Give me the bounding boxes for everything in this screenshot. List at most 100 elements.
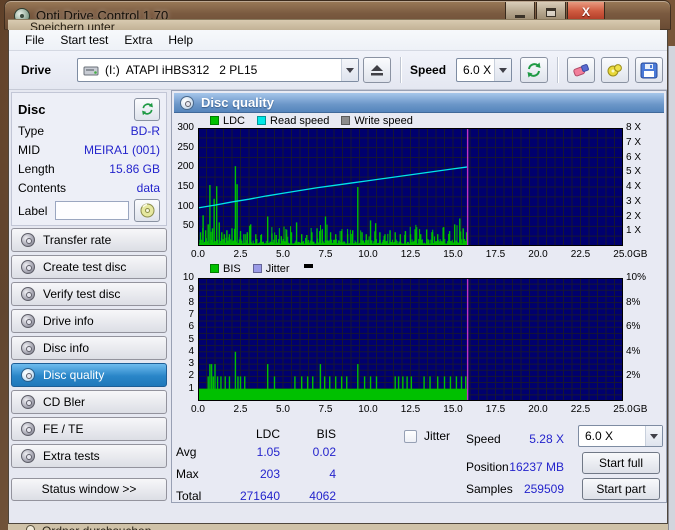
axis-tick-label: GB (633, 249, 648, 260)
refresh-button[interactable] (520, 57, 549, 83)
disc-mid-label: MID (18, 142, 40, 157)
menu-extra[interactable]: Extra (116, 31, 160, 49)
axis-tick-label: 12.5 (400, 249, 421, 260)
disc-icon (180, 95, 194, 110)
sidebar-item-extra-tests[interactable]: Extra tests (11, 444, 167, 468)
axis-tick-label: 1 (188, 382, 194, 394)
jitter-checkbox[interactable] (404, 430, 417, 443)
axis-tick-label: 15.0 (443, 404, 463, 415)
disc-info-panel: Disc Type BD-R MID MEIRA1 (001) Length 1… (11, 92, 167, 226)
drive-value: (I:) ATAPI iHBS312 2 PL15 (105, 63, 258, 77)
test-speed-select[interactable]: 6.0 X (578, 425, 663, 447)
speed-select[interactable]: 6.0 X (456, 58, 513, 82)
menu-bar: File Start test Extra Help (9, 30, 667, 51)
axis-tick-label: 100 (177, 200, 194, 212)
axis-tick-label: 20.0 (528, 404, 548, 415)
toolbar-separator (557, 57, 559, 83)
axis-tick-label: 8 (188, 296, 194, 308)
axis-tick-label: 250 (177, 141, 194, 153)
app-body: Disc Type BD-R MID MEIRA1 (001) Length 1… (9, 90, 667, 504)
background-dialog-titlebar: Speichern unter (8, 19, 660, 30)
axis-tick-label: 7 (188, 308, 194, 320)
burn-button[interactable] (601, 57, 630, 83)
panel-title: Disc quality (201, 95, 274, 110)
erase-disc-icon (573, 64, 589, 77)
chevron-down-icon (650, 433, 658, 439)
refresh-icon (141, 102, 153, 116)
disc-panel-title: Disc (18, 101, 46, 117)
axis-tick-label: 6 X (626, 151, 642, 163)
disc-label-button[interactable] (134, 199, 160, 222)
disc-label-row: Label (18, 199, 160, 222)
sidebar-item-fe-te[interactable]: FE / TE (11, 417, 167, 441)
write-speed-legend-swatch (341, 116, 351, 125)
speed-stat-label: Speed (466, 432, 501, 446)
disc-refresh-button[interactable] (134, 97, 160, 121)
drive-select-arrow[interactable] (341, 59, 359, 81)
status-window-button[interactable]: Status window >> (11, 478, 167, 501)
disc-icon (21, 422, 35, 436)
jitter-legend-label: Jitter (265, 262, 290, 275)
drive-select[interactable]: (I:) ATAPI iHBS312 2 PL15 (77, 58, 360, 82)
save-icon (640, 62, 658, 78)
speed-label: Speed (410, 63, 447, 77)
axis-tick-label: 5 X (626, 166, 642, 178)
test-speed-select-arrow[interactable] (645, 426, 662, 446)
bis-legend-swatch (210, 264, 219, 273)
sidebar-item-disc-quality[interactable]: Disc quality (11, 363, 167, 387)
axis-tick-label: 5.0 (276, 404, 290, 415)
axis-tick-label: 17.5 (485, 404, 506, 415)
axis-tick-label: 17.5 (485, 249, 506, 260)
bis-legend-label: BIS (223, 262, 241, 275)
save-button[interactable] (635, 57, 664, 83)
menu-file[interactable]: File (17, 31, 52, 49)
sidebar-item-label: Disc info (43, 341, 90, 355)
jitter-legend-swatch (252, 264, 262, 273)
disc-icon (21, 287, 35, 301)
sidebar-item-verify-test-disc[interactable]: Verify test disc (11, 282, 167, 306)
start-full-button[interactable]: Start full (582, 452, 660, 474)
axis-tick-label: 2% (626, 370, 641, 382)
disc-contents-row: Contents data (18, 178, 160, 197)
eject-button[interactable] (363, 57, 392, 83)
ldc-column-header: LDC (255, 427, 280, 441)
max-ldc-value: 203 (259, 467, 280, 481)
sidebar-item-create-test-disc[interactable]: Create test disc (11, 255, 167, 279)
axis-tick-label: 4 X (626, 181, 642, 192)
drive-icon (83, 66, 99, 76)
axis-tick-label: 2.5 (233, 404, 248, 415)
write-speed-legend-label: Write speed (354, 114, 413, 127)
menu-start-test[interactable]: Start test (52, 31, 116, 49)
axis-tick-label: 7.5 (318, 249, 333, 260)
sidebar-item-drive-info[interactable]: Drive info (11, 309, 167, 333)
axis-tick-label: 25.0 (613, 249, 633, 260)
bis-chart-legend: BIS Jitter (210, 262, 313, 275)
axis-tick-label: 6% (626, 321, 641, 333)
axis-tick-label: 3 (188, 358, 194, 370)
start-part-button[interactable]: Start part (582, 478, 660, 500)
sidebar-item-cd-bler[interactable]: CD Bler (11, 390, 167, 414)
disc-icon (21, 449, 35, 463)
disc-icon (21, 314, 35, 328)
axis-tick-label: GB (633, 404, 648, 415)
ldc-legend-swatch (210, 116, 219, 125)
chevron-down-icon (499, 67, 508, 73)
background-window-edge (668, 46, 675, 530)
speed-select-arrow[interactable] (494, 59, 512, 81)
speed-value: 6.0 X (463, 63, 492, 77)
erase-disc-button[interactable] (567, 57, 596, 83)
sidebar-item-disc-info[interactable]: Disc info (11, 336, 167, 360)
sidebar-item-label: Verify test disc (43, 287, 121, 301)
disc-label-input[interactable] (55, 201, 130, 220)
panel-header: Disc quality (174, 93, 664, 113)
chevron-down-icon (346, 67, 355, 73)
axis-tick-label: 8 X (626, 122, 642, 133)
sidebar: Disc Type BD-R MID MEIRA1 (001) Length 1… (9, 90, 169, 504)
total-row-label: Total (176, 489, 202, 503)
sidebar-item-transfer-rate[interactable]: Transfer rate (11, 228, 167, 252)
ldc-legend-label: LDC (223, 114, 246, 127)
ldc-chart-legend: LDC Read speed Write speed (210, 114, 425, 127)
sidebar-item-label: Extra tests (43, 449, 100, 463)
menu-help[interactable]: Help (160, 31, 201, 49)
axis-tick-label: 2.5 (233, 249, 248, 260)
